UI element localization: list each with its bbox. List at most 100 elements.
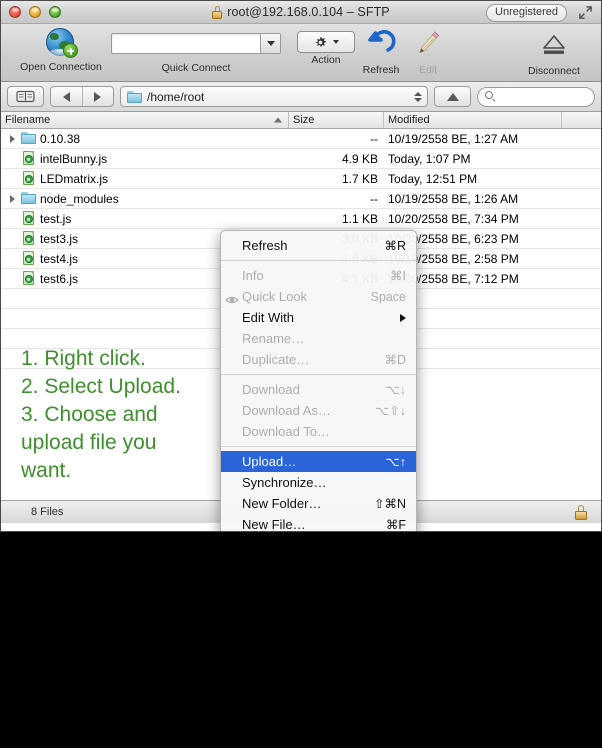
file-modified: 10/19/2558 BE, 1:27 AM (388, 131, 519, 146)
table-row[interactable]: node_modules -- 10/19/2558 BE, 1:26 AM (1, 189, 601, 209)
column-header-spacer (562, 112, 601, 128)
refresh-arrow-icon (368, 30, 396, 52)
magnifier-icon (485, 91, 496, 103)
triangle-right-icon (94, 91, 102, 102)
menu-separator (221, 374, 416, 375)
menu-item-shortcut: ⌥↑ (385, 455, 406, 469)
refresh-label: Refresh (362, 64, 400, 76)
quick-connect-dropdown-button[interactable] (260, 34, 280, 53)
triangle-up-icon (446, 92, 459, 101)
table-row[interactable]: 0.10.38 -- 10/19/2558 BE, 1:27 AM (1, 129, 601, 149)
menu-item-edit-with[interactable]: Edit With (221, 307, 416, 328)
lock-icon (212, 5, 223, 19)
menu-item-shortcut: ⌘F (385, 518, 406, 532)
column-header-size[interactable]: Size (289, 112, 384, 128)
column-header-filename[interactable]: Filename (1, 112, 289, 128)
folder-icon (21, 191, 36, 206)
back-button[interactable] (51, 87, 82, 106)
file-size: -- (370, 131, 378, 146)
path-stepper-icon[interactable] (414, 91, 422, 102)
lock-icon[interactable] (575, 505, 587, 520)
expand-arrows-icon[interactable] (578, 5, 593, 20)
menu-item-shortcut: ⌘R (384, 239, 406, 253)
table-row[interactable]: intelBunny.js 4.9 KB Today, 1:07 PM (1, 149, 601, 169)
disclosure-triangle-icon[interactable] (7, 134, 17, 143)
menu-item-download-to: Download To… (221, 421, 416, 442)
forward-button[interactable] (81, 87, 114, 106)
pencil-icon (419, 31, 440, 54)
eject-icon (543, 35, 565, 54)
menu-item-info: Info ⌘I (221, 265, 416, 286)
file-modified: 10/20/2558 BE, 7:34 PM (388, 211, 519, 226)
file-modified: Today, 1:07 PM (388, 151, 471, 166)
path-selector[interactable]: /home/root (120, 86, 428, 107)
file-size: 1.7 KB (341, 171, 378, 186)
menu-item-shortcut: ⌥⇧↓ (374, 404, 406, 418)
menu-item-refresh[interactable]: Refresh ⌘R (221, 235, 416, 256)
quick-connect-combobox[interactable] (111, 33, 281, 54)
menu-item-upload[interactable]: Upload… ⌥↑ (221, 451, 416, 472)
menu-separator (221, 446, 416, 447)
quick-connect-label-wrap: Quick Connect (126, 61, 266, 74)
file-name-cell: intelBunny.js (1, 151, 289, 166)
table-row[interactable]: test.js 1.1 KB 10/20/2558 BE, 7:34 PM (1, 209, 601, 229)
path-value: /home/root (147, 89, 205, 104)
menu-item-rename: Rename… (221, 328, 416, 349)
file-name: test.js (40, 211, 72, 226)
bookmarks-button[interactable] (7, 86, 44, 107)
triangle-left-icon (62, 91, 70, 102)
file-name-cell: LEDmatrix.js (1, 171, 289, 186)
edit-label: Edit (418, 64, 438, 76)
menu-item-label: Quick Look (242, 289, 308, 304)
zoom-button[interactable] (49, 6, 61, 18)
menu-item-label: New File… (242, 517, 306, 532)
disclosure-triangle-icon[interactable] (7, 194, 17, 203)
javascript-file-icon (21, 171, 36, 186)
file-name: test4.js (40, 251, 79, 266)
edit-button[interactable]: Edit (403, 28, 453, 76)
file-size: 4.9 KB (341, 151, 378, 166)
menu-item-download-as: Download As… ⌥⇧↓ (221, 400, 416, 421)
menu-item-synchronize[interactable]: Synchronize… (221, 472, 416, 493)
javascript-file-icon (21, 211, 36, 226)
menu-item-label: Download As… (242, 403, 331, 418)
folder-icon (21, 131, 36, 146)
disconnect-button[interactable]: Disconnect (515, 28, 593, 77)
action-button-inner[interactable] (297, 31, 355, 53)
parent-directory-button[interactable] (434, 86, 471, 107)
unregistered-badge[interactable]: Unregistered (486, 4, 567, 22)
quick-connect-input[interactable] (111, 33, 281, 54)
menu-item-label: Edit With (242, 310, 295, 325)
action-chevron-down-icon (332, 40, 339, 44)
file-modified: 10/19/2558 BE, 1:26 AM (388, 191, 519, 206)
context-menu[interactable]: Refresh ⌘R Info ⌘I Quick Look Space Edit With R… (220, 230, 417, 532)
file-name: test3.js (40, 231, 79, 246)
menu-item-shortcut: ⌘I (390, 269, 406, 283)
file-size: -- (370, 191, 378, 206)
minimize-button[interactable] (29, 6, 41, 18)
folder-icon (127, 90, 142, 103)
refresh-button[interactable]: Refresh (351, 28, 411, 76)
menu-item-new-folder[interactable]: New Folder… ⇧⌘N (221, 493, 416, 514)
menu-item-download: Download ⌥↓ (221, 379, 416, 400)
menu-item-new-file[interactable]: New File… ⌘F (221, 514, 416, 532)
window-title: root@192.168.0.104 – SFTP (227, 5, 390, 19)
window-titlebar: root@192.168.0.104 – SFTP Unregistered (1, 1, 601, 24)
eye-icon (225, 292, 239, 303)
file-name-cell: test.js (1, 211, 289, 226)
file-size: 1.1 KB (341, 211, 378, 226)
table-row[interactable]: LEDmatrix.js 1.7 KB Today, 12:51 PM (1, 169, 601, 189)
menu-item-label: Download To… (242, 424, 330, 439)
book-icon (16, 90, 35, 103)
column-header-row: Filename Size Modified (1, 112, 601, 129)
nav-arrows-group (50, 86, 114, 107)
open-connection-button[interactable]: Open Connection (11, 28, 111, 73)
javascript-file-icon (21, 251, 36, 266)
submenu-arrow-icon (400, 313, 406, 322)
search-input[interactable] (477, 86, 595, 107)
window-controls (9, 6, 61, 18)
close-button[interactable] (9, 6, 21, 18)
column-header-modified[interactable]: Modified (384, 112, 562, 128)
gear-icon (314, 36, 327, 49)
menu-item-label: Upload… (242, 454, 297, 469)
